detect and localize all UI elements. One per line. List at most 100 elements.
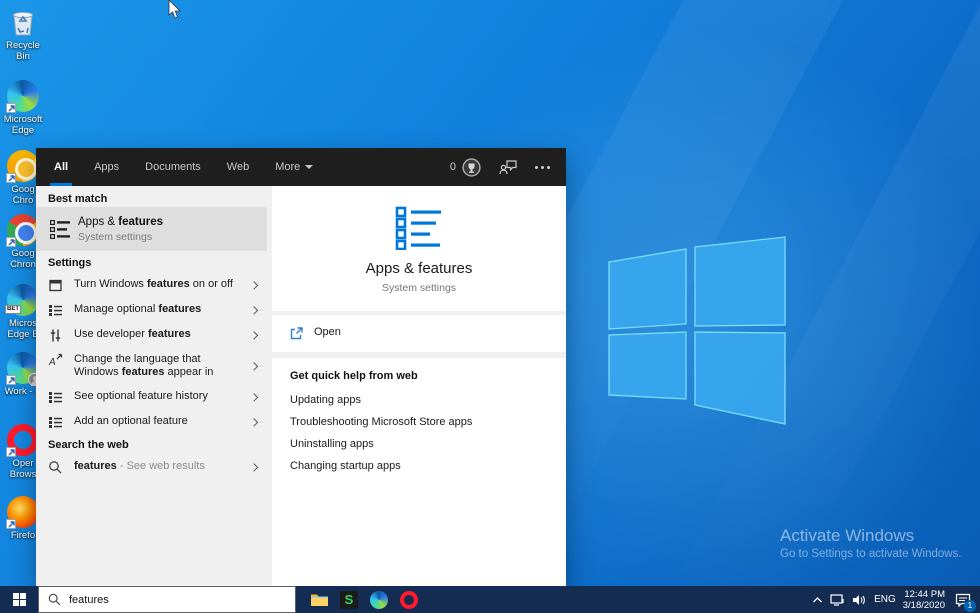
- search-flyout-window: All Apps Documents Web More 0 Best match…: [36, 148, 566, 586]
- search-tabs-bar: All Apps Documents Web More 0: [36, 148, 566, 186]
- result-turn-windows-features-on-off[interactable]: Turn Windows features on or off: [36, 273, 267, 298]
- taskbar-file-explorer[interactable]: [306, 586, 332, 613]
- windows-logo-icon: [12, 593, 26, 606]
- volume-icon[interactable]: [852, 594, 867, 606]
- help-link-updating-apps[interactable]: Updating apps: [290, 394, 361, 406]
- taskbar-search-box[interactable]: [38, 586, 296, 613]
- chevron-right-icon: [249, 417, 259, 427]
- search-icon: [49, 461, 62, 474]
- chevron-down-icon: [305, 165, 314, 169]
- notification-badge: 1: [964, 599, 976, 612]
- best-match-result-apps-and-features[interactable]: Apps & features System settings: [36, 207, 267, 251]
- chrome-canary-icon: [6, 150, 39, 183]
- recycle-bin-icon: [7, 6, 39, 38]
- shortcut-arrow-icon: [6, 519, 16, 529]
- chevron-right-icon: [249, 462, 259, 472]
- shortcut-arrow-icon: [6, 237, 16, 247]
- detail-subtitle: System settings: [381, 282, 457, 294]
- search-icon: [48, 593, 61, 606]
- desktop-icon-label: Recycle Bin: [6, 40, 40, 62]
- tab-apps[interactable]: Apps: [90, 148, 123, 186]
- best-match-header: Best match: [48, 193, 108, 205]
- green-s-app-icon: S: [340, 590, 358, 609]
- file-explorer-icon: [310, 594, 328, 606]
- list-icon: [49, 417, 62, 428]
- action-center-button[interactable]: 1: [952, 589, 976, 612]
- tab-more[interactable]: More: [271, 148, 317, 186]
- edge-beta-icon: BET: [5, 284, 39, 316]
- start-button[interactable]: [0, 586, 38, 613]
- chevron-right-icon: [249, 305, 259, 315]
- list-icon: [49, 392, 62, 403]
- date: 3/18/2020: [902, 599, 945, 611]
- tab-web[interactable]: Web: [223, 148, 253, 186]
- open-label: Open: [314, 326, 341, 338]
- apps-features-icon: [50, 220, 70, 239]
- search-web-header: Search the web: [48, 439, 129, 451]
- shortcut-arrow-icon: [6, 375, 16, 385]
- language-indicator[interactable]: ENG: [874, 594, 896, 605]
- best-match-title: Apps & features: [78, 216, 164, 228]
- help-link-troubleshooting-store-apps[interactable]: Troubleshooting Microsoft Store apps: [290, 416, 472, 428]
- desktop-icon-microsoft-edge[interactable]: Microsoft Edge: [0, 80, 46, 136]
- desktop: Recycle Bin Microsoft Edge Goog Chro Goo…: [0, 0, 980, 613]
- desktop-icon-label: Microsoft Edge: [3, 114, 43, 136]
- help-link-uninstalling-apps[interactable]: Uninstalling apps: [290, 438, 374, 450]
- time: 12:44 PM: [904, 588, 945, 600]
- result-change-language[interactable]: A Change the language that Windows featu…: [36, 348, 267, 385]
- best-match-subtitle: System settings: [78, 231, 153, 243]
- firefox-icon: [6, 496, 39, 529]
- shortcut-arrow-icon: [6, 103, 16, 113]
- desktop-icon-recycle-bin[interactable]: Recycle Bin: [0, 6, 46, 62]
- tab-all[interactable]: All: [50, 148, 73, 186]
- open-action-row[interactable]: Open: [272, 315, 566, 352]
- taskbar-opera[interactable]: [396, 586, 422, 613]
- mouse-cursor: [168, 0, 181, 19]
- help-link-changing-startup-apps[interactable]: Changing startup apps: [290, 460, 401, 472]
- taskbar-microsoft-edge[interactable]: [366, 586, 392, 613]
- result-use-developer-features[interactable]: Use developer features: [36, 323, 267, 348]
- language-icon: A: [48, 353, 63, 368]
- windows-features-icon: [49, 279, 62, 292]
- search-input[interactable]: [69, 593, 269, 606]
- feedback-icon[interactable]: [499, 159, 517, 175]
- result-manage-optional-features[interactable]: Manage optional features: [36, 298, 267, 323]
- settings-header: Settings: [48, 257, 92, 269]
- list-icon: [49, 305, 62, 316]
- result-see-optional-feature-history[interactable]: See optional feature history: [36, 385, 267, 410]
- opera-icon: [400, 590, 418, 609]
- quick-help-header: Get quick help from web: [290, 370, 418, 382]
- developer-settings-icon: [50, 329, 61, 342]
- windows-flag-wallpaper: [608, 236, 786, 425]
- activate-windows-watermark: Activate Windows Go to Settings to activ…: [780, 526, 962, 560]
- more-options-icon[interactable]: [535, 165, 550, 169]
- apps-features-large-icon: [395, 206, 441, 250]
- detail-title: Apps & features: [365, 260, 473, 277]
- watermark-title: Activate Windows: [780, 526, 915, 545]
- chevron-right-icon: [249, 330, 259, 340]
- result-web-search-features[interactable]: features - See web results: [36, 455, 267, 480]
- shortcut-arrow-icon: [6, 447, 16, 457]
- system-tray: ENG 12:44 PM 3/18/2020 1: [812, 589, 980, 612]
- taskbar-app-green-s[interactable]: S: [336, 586, 362, 613]
- clock[interactable]: 12:44 PM 3/18/2020: [903, 589, 945, 611]
- edge-icon: [6, 80, 39, 113]
- shortcut-arrow-icon: [6, 173, 16, 183]
- beta-badge: BET: [5, 305, 21, 314]
- tab-documents[interactable]: Documents: [141, 148, 205, 186]
- edge-work-profile-icon: [6, 352, 41, 386]
- search-results-panel: Best match Apps & features System settin…: [36, 186, 267, 586]
- edge-icon: [370, 590, 388, 609]
- chevron-right-icon: [249, 280, 259, 290]
- watermark-subtitle: Go to Settings to activate Windows.: [780, 548, 962, 560]
- show-hidden-icons-chevron[interactable]: [812, 596, 823, 604]
- detail-card: Apps & features System settings: [272, 186, 566, 311]
- quick-help-card: Get quick help from web Updating apps Tr…: [272, 358, 566, 586]
- svg-text:A: A: [48, 357, 56, 368]
- chevron-right-icon: [249, 361, 259, 371]
- chevron-right-icon: [249, 392, 259, 402]
- result-add-optional-feature[interactable]: Add an optional feature: [36, 410, 267, 435]
- rewards-button[interactable]: 0: [450, 157, 481, 177]
- rewards-trophy-icon: [462, 157, 481, 177]
- network-icon[interactable]: [830, 593, 845, 606]
